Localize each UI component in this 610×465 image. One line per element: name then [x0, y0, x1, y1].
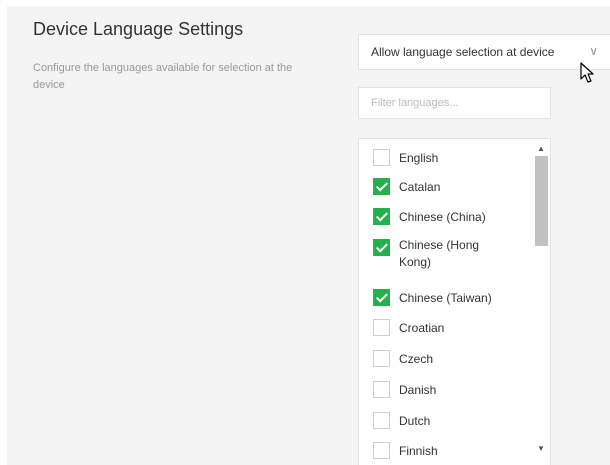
checkbox-checked[interactable]	[373, 289, 390, 306]
language-label: Danish	[399, 383, 437, 397]
language-label: Chinese (Hong Kong)	[399, 238, 480, 269]
scrollbar-thumb[interactable]	[535, 156, 548, 246]
language-label: English	[399, 151, 439, 165]
chevron-down-icon: ∨	[589, 44, 598, 58]
checkbox-checked[interactable]	[373, 208, 390, 225]
checkbox[interactable]	[373, 442, 390, 459]
page-description: Configure the languages available for se…	[33, 62, 293, 91]
language-label: Dutch	[399, 414, 431, 428]
language-item-chinese-china[interactable]: Chinese (China)	[373, 206, 531, 228]
checkbox[interactable]	[373, 350, 390, 367]
checkbox[interactable]	[373, 381, 390, 398]
language-item-catalan[interactable]: Catalan	[373, 176, 531, 198]
scroll-down-arrow-icon[interactable]: ▼	[532, 444, 550, 453]
language-label: Croatian	[399, 321, 445, 335]
language-label: Czech	[399, 352, 434, 366]
language-item-finnish[interactable]: Finnish	[373, 440, 531, 462]
language-item-czech[interactable]: Czech	[373, 348, 531, 370]
checkbox-checked[interactable]	[373, 178, 390, 195]
checkbox[interactable]	[373, 149, 390, 166]
language-label: Finnish	[399, 444, 438, 458]
checkbox-checked[interactable]	[373, 239, 390, 256]
scroll-up-arrow-icon[interactable]: ▲	[532, 144, 550, 153]
language-item-chinese-hong-kong[interactable]: Chinese (Hong Kong)	[373, 237, 531, 271]
mouse-pointer-icon	[580, 62, 594, 83]
filter-languages-input[interactable]	[358, 87, 551, 119]
language-item-croatian[interactable]: Croatian	[373, 317, 531, 339]
language-mode-value: Allow language selection at device	[371, 45, 555, 59]
language-label: Chinese (China)	[399, 210, 486, 224]
language-mode-select[interactable]: Allow language selection at device ∨	[358, 34, 610, 70]
language-item-chinese-taiwan[interactable]: Chinese (Taiwan)	[373, 287, 531, 309]
language-item-danish[interactable]: Danish	[373, 379, 531, 401]
checkbox[interactable]	[373, 319, 390, 336]
language-item-dutch[interactable]: Dutch	[373, 410, 531, 432]
checkbox[interactable]	[373, 412, 390, 429]
language-item-english[interactable]: English	[373, 147, 531, 169]
language-label: Catalan	[399, 180, 441, 194]
language-label: Chinese (Taiwan)	[399, 291, 492, 305]
page-title: Device Language Settings	[33, 19, 244, 39]
language-list[interactable]: English Catalan Chinese (China) Chinese …	[358, 138, 551, 465]
